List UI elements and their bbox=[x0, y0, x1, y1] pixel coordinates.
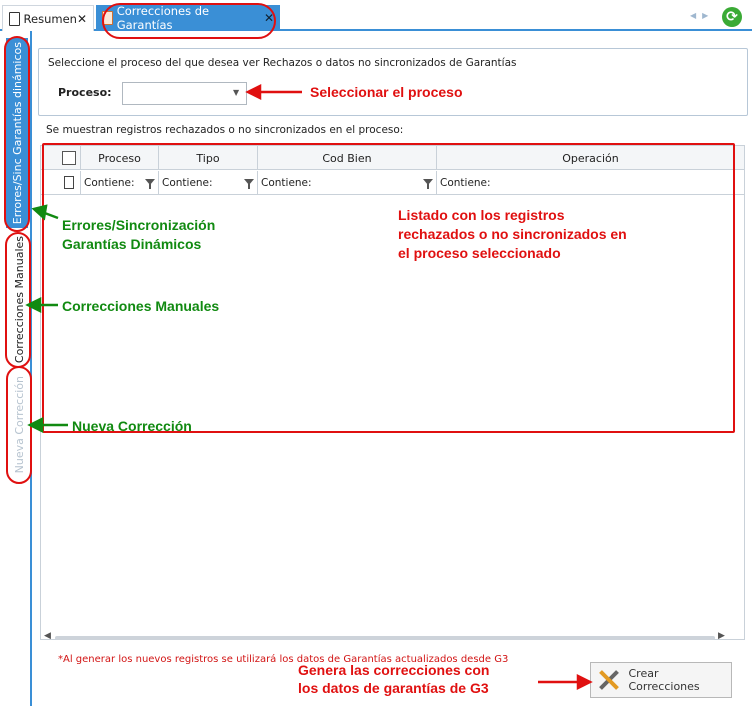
annotation-gen-1: Genera las correcciones con bbox=[298, 662, 490, 678]
annotation-errors-1: Errores/Sincronización bbox=[62, 217, 216, 233]
annotation-errors-2: Garantías Dinámicos bbox=[62, 236, 202, 252]
annotation-manual: Correcciones Manuales bbox=[62, 298, 220, 314]
annotation-select-process: Seleccionar el proceso bbox=[310, 84, 463, 100]
annotation-list-2: rechazados o no sincronizados en bbox=[398, 226, 627, 242]
annotation-list-1: Listado con los registros bbox=[398, 207, 565, 223]
annotation-gen-2: los datos de garantías de G3 bbox=[298, 680, 489, 696]
annotation-new: Nueva Corrección bbox=[72, 418, 192, 434]
annotation-list-3: el proceso seleccionado bbox=[398, 245, 561, 261]
annotation-arrows bbox=[25, 83, 593, 691]
